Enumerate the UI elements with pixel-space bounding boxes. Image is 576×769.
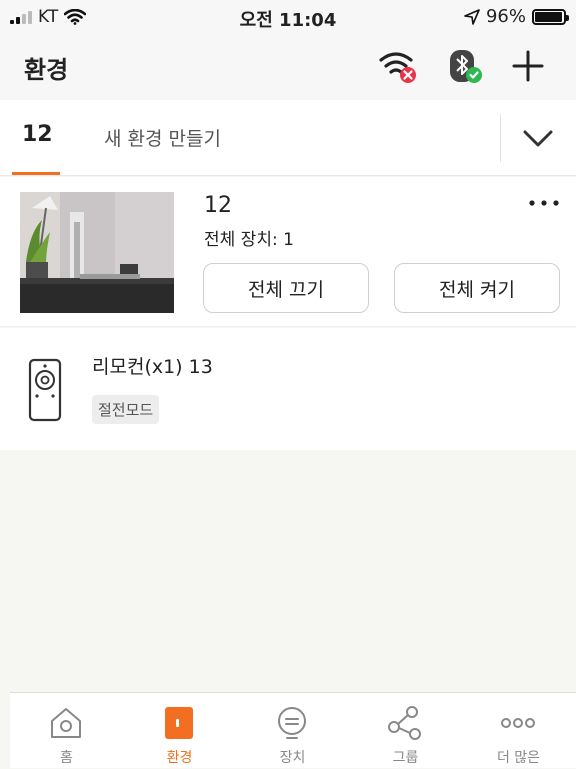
turn-all-on-button[interactable]: 전체 켜기 xyxy=(394,263,560,313)
page-title: 환경 xyxy=(24,56,69,84)
app-header: 환경 xyxy=(0,34,576,100)
empty-content-area xyxy=(0,450,576,692)
environment-card: 12 전체 장치: 1 전체 끄기 전체 켜기 xyxy=(0,177,576,327)
status-right: 96% xyxy=(464,6,569,27)
tab-groups[interactable]: 그룹 xyxy=(349,693,462,769)
tab-environment-label: 환경 xyxy=(166,750,193,766)
tab-more-label: 더 많은 xyxy=(496,750,541,766)
tab-more[interactable]: 더 많은 xyxy=(462,693,575,769)
group-icon xyxy=(388,706,421,740)
active-tab-indicator xyxy=(12,172,60,175)
battery-fill xyxy=(535,11,562,22)
tab-devices[interactable]: 장치 xyxy=(236,693,349,769)
more-icon xyxy=(501,718,535,728)
environment-photo[interactable] xyxy=(20,192,174,313)
turn-all-off-button[interactable]: 전체 끄기 xyxy=(203,263,369,313)
bluetooth-connected-icon[interactable] xyxy=(446,46,486,86)
location-arrow-icon xyxy=(464,8,480,25)
tab-home-label: 홈 xyxy=(60,750,73,766)
create-environment-tab[interactable]: 새 환경 만들기 xyxy=(104,124,221,151)
device-list-item[interactable]: 리모컨(x1) 13 절전모드 xyxy=(0,328,576,450)
status-bar: KT 오전 11:04 96% xyxy=(0,0,576,34)
more-options-icon[interactable] xyxy=(526,195,562,211)
wifi-disconnected-icon[interactable] xyxy=(378,46,418,86)
tab-environment-12[interactable]: 12 xyxy=(22,122,53,147)
tab-devices-label: 장치 xyxy=(279,750,306,766)
device-icon xyxy=(278,707,306,739)
battery-icon xyxy=(532,8,569,25)
bottom-tab-bar: 홈 환경 장치 그룹 더 많은 xyxy=(10,692,576,768)
device-count: 전체 장치: 1 xyxy=(204,230,294,250)
add-icon[interactable] xyxy=(508,46,548,86)
tab-groups-label: 그룹 xyxy=(392,750,419,766)
battery-percent: 96% xyxy=(485,6,526,27)
remote-control-icon xyxy=(28,358,62,422)
power-saving-badge: 절전모드 xyxy=(92,395,160,424)
home-icon xyxy=(51,708,81,738)
chevron-down-icon[interactable] xyxy=(522,122,554,154)
tab-home[interactable]: 홈 xyxy=(10,693,123,769)
device-name: 리모컨(x1) 13 xyxy=(92,356,213,378)
tab-environment[interactable]: 환경 xyxy=(123,693,236,769)
environment-icon xyxy=(165,707,193,739)
environment-tabs: 12 새 환경 만들기 xyxy=(0,100,576,176)
tab-divider xyxy=(500,114,501,162)
environment-name: 12 xyxy=(204,193,232,218)
